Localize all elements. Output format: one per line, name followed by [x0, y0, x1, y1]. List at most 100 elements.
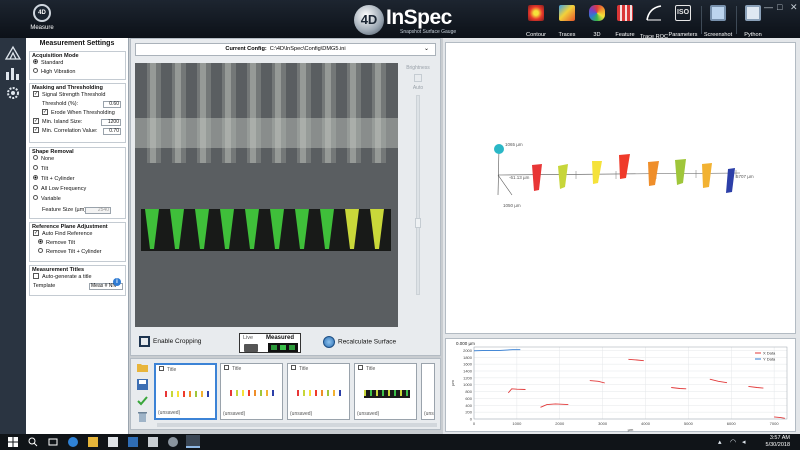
min-correlation-input[interactable]: 0.70 [103, 128, 121, 135]
radio-icon [33, 175, 38, 181]
checkbox-auto-find[interactable]: ✓ Auto Find Reference [30, 229, 125, 239]
live-measured-toggle[interactable]: Live Measured [239, 333, 301, 353]
radio-tilt-cylinder[interactable]: Tilt + Cylinder [30, 175, 125, 184]
checkbox-signal-strength[interactable]: ✓ Signal Strength Threshold [30, 90, 125, 100]
measure-nav-icon[interactable] [4, 44, 22, 62]
preview-mark [376, 390, 378, 396]
radio-tilt[interactable]: Tilt [30, 165, 125, 174]
radio-high-vibration[interactable]: High Vibration [30, 68, 125, 77]
trace-plot[interactable]: 0 200 400 600 800 1000 1200 1400 1600 1800 2000 0 10… [445, 338, 796, 432]
preview-mark [327, 390, 329, 396]
y-tick-label: 1800 [463, 355, 473, 360]
checkbox-icon[interactable] [291, 365, 296, 371]
thumbnail-scrollbar[interactable] [157, 423, 437, 427]
config-dropdown[interactable]: Current Config: C:\4D\InSpec\Config\DMG5.… [135, 43, 436, 56]
app-icon[interactable] [148, 437, 158, 447]
edge-browser-icon[interactable] [68, 437, 78, 447]
checkmark-icon[interactable] [137, 395, 148, 406]
wifi-icon[interactable]: ◠ [730, 438, 736, 446]
live-label: Live [243, 335, 254, 341]
min-island-input[interactable]: 1200 [101, 119, 121, 126]
trash-icon[interactable] [137, 411, 148, 422]
feature-size-label: Feature Size (µm) [42, 207, 87, 213]
save-icon[interactable] [137, 379, 148, 390]
measure-button[interactable]: 4D Measure [27, 4, 57, 36]
radio-all-low-frequency[interactable]: All Low Frequency [30, 185, 125, 194]
radio-label: Tilt + Cylinder [41, 176, 75, 182]
brightness-slider-thumb[interactable] [415, 218, 421, 228]
app-icon[interactable] [168, 437, 178, 447]
analysis-nav-icon[interactable] [4, 64, 22, 82]
preview-mark [266, 390, 268, 396]
feature-size-row: Feature Size (µm) 2540 [30, 206, 125, 215]
checkbox-label: Erode When Thresholding [51, 110, 115, 116]
feature-size-input[interactable]: 2540 [85, 207, 111, 214]
3d-surface-view[interactable]: 1065 µm -61.13 µm 5707 µm 1050 µm [445, 42, 796, 334]
thumbnail-card[interactable]: (uns [421, 363, 435, 420]
mail-icon[interactable] [128, 437, 138, 447]
close-button[interactable]: ✕ [790, 2, 798, 13]
radio-variable[interactable]: Variable [30, 195, 125, 204]
preview-mark [303, 390, 305, 396]
thumbnail-card[interactable]: Title (unsaved) [287, 363, 350, 420]
radio-remove-tilt[interactable]: Remove Tilt [30, 239, 125, 248]
thumbnail-card[interactable]: Title (unsaved) [220, 363, 283, 420]
settings-gear-icon[interactable] [4, 84, 22, 102]
maximize-button[interactable]: □ [777, 2, 782, 12]
volume-icon[interactable]: ◂ [742, 438, 746, 446]
y-tick-label: 1000 [463, 382, 473, 387]
feature-button[interactable]: Feature [610, 4, 640, 38]
clock[interactable]: 3:57 AM 5/30/2018 [766, 435, 790, 449]
thumbnail-card[interactable]: Title (unsaved) [154, 363, 217, 420]
radio-remove-tilt-cylinder[interactable]: Remove Tilt + Cylinder [30, 248, 125, 257]
search-icon[interactable] [28, 437, 38, 447]
open-folder-icon[interactable] [137, 362, 148, 373]
3d-button[interactable]: 3D [582, 4, 612, 38]
brightness-box[interactable] [414, 74, 422, 82]
checkbox-erode[interactable]: ✓ Erode When Thresholding [30, 108, 125, 118]
file-explorer-icon[interactable] [88, 437, 98, 447]
contour-button[interactable]: Contour [521, 4, 551, 38]
preview-mark [165, 391, 167, 397]
y-tick-label: 400 [465, 403, 472, 408]
thumbnail-preview [165, 391, 211, 399]
checkbox-min-correlation[interactable]: ✓ Min. Correlation Value: 0.70 [30, 126, 125, 136]
checkbox-label: Min. Island Size: [42, 119, 83, 125]
preview-mark [183, 391, 185, 397]
toolbar-separator [701, 6, 702, 34]
traces-button[interactable]: Traces [552, 4, 582, 38]
thumbnail-card[interactable]: Title (unsaved) [354, 363, 417, 420]
recalculate-surface-button[interactable]: Recalculate Surface [323, 336, 396, 348]
threshold-input[interactable]: 0.60 [103, 101, 121, 108]
checkbox-auto-generate[interactable]: Auto-generate a title [30, 272, 125, 282]
acquisition-mode-group: Acquisition Mode Standard High Vibration [29, 51, 126, 80]
series-line-x-data [774, 416, 785, 419]
checkbox-icon[interactable] [224, 365, 229, 371]
radio-none[interactable]: None [30, 155, 125, 164]
minimize-button[interactable]: — [764, 2, 773, 12]
thumbnail-title: Title [159, 366, 176, 373]
brightness-slider-track[interactable] [416, 95, 420, 295]
checkbox-icon[interactable] [358, 365, 363, 371]
parameters-button[interactable]: ISO Parameters [668, 4, 698, 38]
preview-mark [364, 390, 366, 396]
reference-title: Reference Plane Adjustment [32, 224, 108, 230]
live-camera-image [135, 63, 398, 327]
info-icon[interactable]: i [113, 278, 121, 286]
enable-cropping-button[interactable]: Enable Cropping [139, 336, 201, 347]
inspec-taskbar-icon[interactable] [186, 435, 200, 448]
checkbox-min-island[interactable]: ✓ Min. Island Size: 1200 [30, 117, 125, 127]
thumbnail-status: (unsaved) [290, 411, 313, 417]
task-view-icon[interactable] [48, 437, 58, 447]
checkbox-icon[interactable] [159, 366, 164, 372]
axis-label-right: 5707 µm [736, 174, 754, 179]
y-tick-label: 600 [465, 396, 472, 401]
windows-start-icon[interactable] [8, 437, 18, 447]
screenshot-button[interactable]: Screenshot [703, 4, 733, 38]
trace-roc-button[interactable]: Trace ROC [639, 4, 669, 40]
3d-icon [589, 5, 605, 21]
store-icon[interactable] [108, 437, 118, 447]
radio-label: High Vibration [41, 69, 76, 75]
network-icon[interactable]: ▴ [718, 438, 722, 446]
radio-standard[interactable]: Standard [30, 59, 125, 68]
